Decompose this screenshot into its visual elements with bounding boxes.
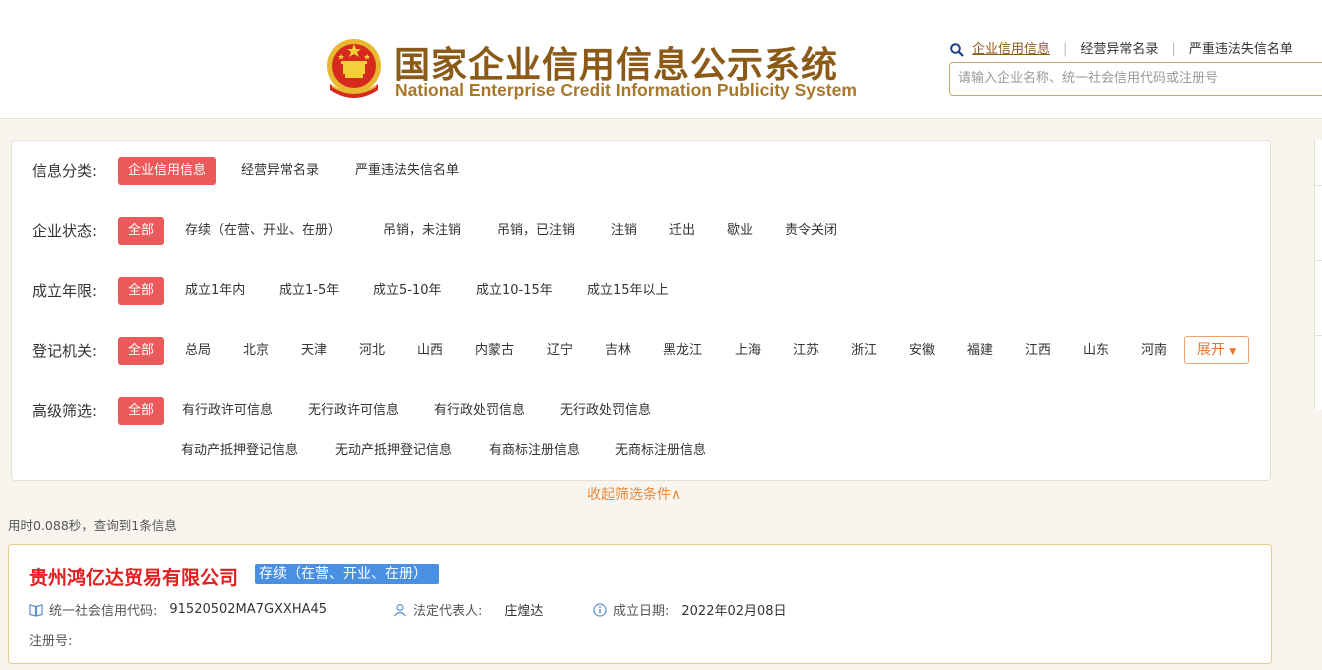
filter-option-status-cancelled[interactable]: 注销 [611,217,637,245]
status-badge: 存续（在营、开业、在册） [255,564,439,584]
filter-row-category: 信息分类: 企业信用信息 经营异常名录 严重违法失信名单 [12,156,1270,186]
result-card[interactable]: 贵州鸿亿达贸易有限公司 存续（在营、开业、在册） 统一社会信用代码: 91520… [8,544,1272,664]
credit-code-label: 统一社会信用代码: [49,604,158,619]
reg-no-label: 注册号: [29,634,73,649]
filter-option-authority[interactable]: 江苏 [793,337,819,365]
filter-option-status-all[interactable]: 全部 [118,217,165,245]
search-icon[interactable] [950,42,964,57]
filter-option-advanced[interactable]: 无动产抵押登记信息 [335,437,452,465]
search-stats: 用时0.088秒，查询到1条信息 [8,518,177,533]
legal-rep-field: 法定代表人: 庄煌达 [393,600,543,619]
filter-option-status-revoked-not-cancelled[interactable]: 吊销，未注销 [383,217,461,245]
site-header: 国家企业信用信息公示系统 National Enterprise Credit … [0,0,1322,119]
filter-option-advanced[interactable]: 无商标注册信息 [615,437,706,465]
side-panel [1314,140,1322,410]
filter-option-authority[interactable]: 吉林 [605,337,631,365]
nav-separator: | [1171,42,1176,57]
filter-label-advanced: 高级筛选: [32,402,98,420]
filter-row-age: 成立年限: 全部 成立1年内 成立1-5年 成立5-10年 成立10-15年 成… [12,276,1270,306]
filter-option-age-1-5y[interactable]: 成立1-5年 [279,277,339,305]
filter-option-authority[interactable]: 总局 [185,337,211,365]
filter-option-advanced[interactable]: 有行政许可信息 [182,397,273,425]
filter-option-advanced-all[interactable]: 全部 [118,397,165,425]
filter-option-authority[interactable]: 山东 [1083,337,1109,365]
filter-option-age-5-10y[interactable]: 成立5-10年 [373,277,442,305]
filter-option-advanced[interactable]: 有动产抵押登记信息 [181,437,298,465]
filter-option-authority[interactable]: 安徽 [909,337,935,365]
filter-option-age-15y-plus[interactable]: 成立15年以上 [587,277,669,305]
filter-option-advanced[interactable]: 有商标注册信息 [489,437,580,465]
filter-label-category: 信息分类: [32,162,98,180]
filter-option-authority-all[interactable]: 全部 [118,337,165,365]
filter-panel: 信息分类: 企业信用信息 经营异常名录 严重违法失信名单 企业状态: 全部 存续… [11,140,1271,481]
filter-option-age-all[interactable]: 全部 [118,277,165,305]
search-input[interactable]: 请输入企业名称、统一社会信用代码或注册号 [949,62,1322,96]
nav-separator: | [1063,42,1068,57]
filter-option-age-10-15y[interactable]: 成立10-15年 [476,277,553,305]
filter-option-advanced[interactable]: 无行政处罚信息 [560,397,651,425]
founded-label: 成立日期: [613,604,670,619]
filter-option-abnormal-list[interactable]: 经营异常名录 [241,157,319,185]
filter-option-authority[interactable]: 辽宁 [547,337,573,365]
book-icon [29,603,43,617]
expand-label: 展开 [1196,342,1225,358]
legal-rep-label: 法定代表人: [413,604,483,619]
filter-option-authority[interactable]: 河南 [1141,337,1167,365]
caret-down-icon: ▼ [1229,347,1237,357]
site-title-en: National Enterprise Credit Information P… [395,80,857,100]
filter-option-advanced[interactable]: 有行政处罚信息 [434,397,525,425]
founded-field: 成立日期: 2022年02月08日 [593,600,787,619]
filter-option-authority[interactable]: 河北 [359,337,385,365]
collapse-filters-link[interactable]: 收起筛选条件∧ [587,484,681,504]
filter-label-status: 企业状态: [32,222,98,240]
filter-option-status-ordered-closed[interactable]: 责令关闭 [785,217,837,245]
filter-option-authority[interactable]: 内蒙古 [475,337,514,365]
filter-option-authority[interactable]: 上海 [735,337,761,365]
filter-option-advanced[interactable]: 无行政许可信息 [308,397,399,425]
credit-code-field: 统一社会信用代码: 91520502MA7GXXHA45 [29,600,327,619]
nav-link-blacklist[interactable]: 严重违法失信名单 [1189,42,1293,57]
legal-rep-value: 庄煌达 [504,604,544,619]
credit-code-value: 91520502MA7GXXHA45 [169,602,328,617]
filter-option-status-active[interactable]: 存续（在营、开业、在册） [185,217,341,245]
filter-option-blacklist[interactable]: 严重违法失信名单 [355,157,459,185]
filter-option-authority[interactable]: 北京 [243,337,269,365]
filter-label-age: 成立年限: [32,282,98,300]
company-name-link[interactable]: 贵州鸿亿达贸易有限公司 [29,563,238,590]
top-nav: 企业信用信息 | 经营异常名录 | 严重违法失信名单 [950,38,1293,57]
filter-row-authority: 登记机关: 全部 总局 北京 天津 河北 山西 内蒙古 辽宁 吉林 黑龙江 上海… [12,336,1270,366]
national-emblem-icon [327,39,381,98]
filter-option-authority[interactable]: 江西 [1025,337,1051,365]
expand-button[interactable]: 展开 ▼ [1184,336,1249,364]
filter-row-advanced: 高级筛选: 全部 有行政许可信息 无行政许可信息 有行政处罚信息 无行政处罚信息 [12,396,1270,426]
nav-link-abnormal-list[interactable]: 经营异常名录 [1080,42,1158,57]
filter-row-status: 企业状态: 全部 存续（在营、开业、在册） 吊销，未注销 吊销，已注销 注销 迁… [12,216,1270,246]
filter-option-authority[interactable]: 天津 [301,337,327,365]
filter-option-status-moved-out[interactable]: 迁出 [669,217,695,245]
filter-option-authority[interactable]: 福建 [967,337,993,365]
user-icon [393,603,407,617]
filter-option-authority[interactable]: 山西 [417,337,443,365]
filter-row-advanced-2: 有动产抵押登记信息 无动产抵押登记信息 有商标注册信息 无商标注册信息 [12,436,1270,466]
nav-link-credit-info[interactable]: 企业信用信息 [972,42,1050,57]
reg-no-field: 注册号: [29,630,72,649]
filter-label-authority: 登记机关: [32,342,98,360]
filter-option-authority[interactable]: 浙江 [851,337,877,365]
info-icon [593,602,607,617]
filter-option-credit-info[interactable]: 企业信用信息 [118,157,217,185]
filter-option-authority[interactable]: 黑龙江 [663,337,702,365]
filter-option-status-revoked-cancelled[interactable]: 吊销，已注销 [497,217,575,245]
founded-value: 2022年02月08日 [681,604,787,619]
filter-option-age-1y[interactable]: 成立1年内 [185,277,245,305]
filter-option-status-suspended[interactable]: 歇业 [727,217,753,245]
